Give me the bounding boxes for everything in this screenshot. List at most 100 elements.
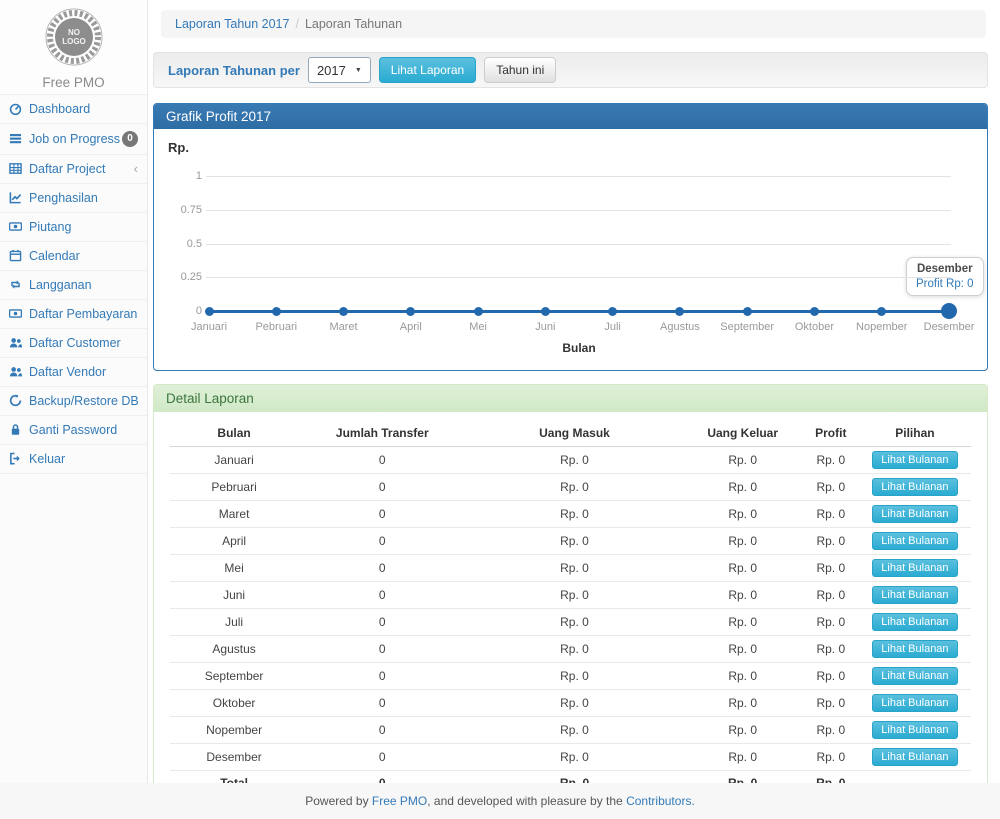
job-count-badge: 0 <box>122 131 138 147</box>
sidebar-item-ganti-password[interactable]: Ganti Password <box>0 416 147 445</box>
x-tick-label: Juni <box>510 321 580 333</box>
this-year-button[interactable]: Tahun ini <box>484 57 556 83</box>
table-icon <box>9 162 26 176</box>
lihat-bulanan-button[interactable]: Lihat Bulanan <box>872 559 957 577</box>
cell-uang-keluar: Rp. 0 <box>683 690 803 717</box>
lihat-bulanan-button[interactable]: Lihat Bulanan <box>872 586 957 604</box>
cell-jumlah-transfer: 0 <box>298 609 466 636</box>
chart-line-segment <box>882 310 949 313</box>
lihat-bulanan-button[interactable]: Lihat Bulanan <box>872 667 957 685</box>
sidebar-item-daftar-project[interactable]: Daftar Project‹ <box>0 155 147 184</box>
sidebar-item-daftar-customer[interactable]: Daftar Customer <box>0 329 147 358</box>
cell-jumlah-transfer: 0 <box>298 663 466 690</box>
sidebar-item-daftar-vendor[interactable]: Daftar Vendor <box>0 358 147 387</box>
year-select[interactable]: 2017 ▼ <box>308 57 371 83</box>
lock-icon <box>9 423 26 437</box>
chart-line-segment <box>545 310 612 313</box>
y-tick-label: 0.75 <box>160 204 202 216</box>
table-row: Maret0Rp. 0Rp. 0Rp. 0Lihat Bulanan <box>170 501 971 528</box>
sidebar: NO LOGO Free PMO DashboardJob on Progres… <box>0 0 148 819</box>
data-point-juni[interactable] <box>541 307 550 316</box>
brand-name: Free PMO <box>0 75 147 90</box>
cell-bulan: Maret <box>170 501 298 528</box>
lihat-bulanan-button[interactable]: Lihat Bulanan <box>872 748 957 766</box>
cell-profit: Rp. 0 <box>803 717 859 744</box>
cell-jumlah-transfer: 0 <box>298 447 466 474</box>
lihat-bulanan-button[interactable]: Lihat Bulanan <box>872 613 957 631</box>
cell-uang-masuk: Rp. 0 <box>466 555 682 582</box>
retweet-icon <box>9 278 26 292</box>
data-point-maret[interactable] <box>339 307 348 316</box>
cell-uang-masuk: Rp. 0 <box>466 663 682 690</box>
sidebar-item-penghasilan[interactable]: Penghasilan <box>0 184 147 213</box>
data-point-nopember[interactable] <box>877 307 886 316</box>
data-point-oktober[interactable] <box>810 307 819 316</box>
breadcrumb: Laporan Tahun 2017/Laporan Tahunan <box>161 10 986 38</box>
cell-uang-keluar: Rp. 0 <box>683 447 803 474</box>
sidebar-item-piutang[interactable]: Piutang <box>0 213 147 242</box>
cell-bulan: Oktober <box>170 690 298 717</box>
x-tick-label: Maret <box>309 321 379 333</box>
data-point-desember[interactable] <box>941 303 957 319</box>
cell-uang-keluar: Rp. 0 <box>683 717 803 744</box>
data-point-juli[interactable] <box>608 307 617 316</box>
data-point-januari[interactable] <box>205 307 214 316</box>
detail-report-panel: Detail Laporan BulanJumlah TransferUang … <box>153 384 988 808</box>
cell-uang-masuk: Rp. 0 <box>466 528 682 555</box>
year-select-value: 2017 <box>317 63 346 78</box>
cell-uang-keluar: Rp. 0 <box>683 528 803 555</box>
chart-line-segment <box>747 310 814 313</box>
footer-link-contributors[interactable]: Contributors. <box>626 794 695 808</box>
sidebar-item-calendar[interactable]: Calendar <box>0 242 147 271</box>
main-content: Laporan Tahun 2017/Laporan Tahunan Lapor… <box>148 0 1000 808</box>
gridline <box>206 210 951 211</box>
footer-link-freepmo[interactable]: Free PMO <box>372 794 427 808</box>
lihat-bulanan-button[interactable]: Lihat Bulanan <box>872 694 957 712</box>
footer: Powered by Free PMO, and developed with … <box>0 783 1000 819</box>
cell-jumlah-transfer: 0 <box>298 555 466 582</box>
sidebar-item-dashboard[interactable]: Dashboard <box>0 95 147 124</box>
data-point-pebruari[interactable] <box>272 307 281 316</box>
cell-uang-keluar: Rp. 0 <box>683 663 803 690</box>
cell-uang-masuk: Rp. 0 <box>466 582 682 609</box>
lihat-bulanan-button[interactable]: Lihat Bulanan <box>872 721 957 739</box>
cell-bulan: April <box>170 528 298 555</box>
data-point-april[interactable] <box>406 307 415 316</box>
cell-profit: Rp. 0 <box>803 582 859 609</box>
sidebar-item-keluar[interactable]: Keluar <box>0 445 147 474</box>
lihat-bulanan-button[interactable]: Lihat Bulanan <box>872 451 957 469</box>
lihat-bulanan-button[interactable]: Lihat Bulanan <box>872 505 957 523</box>
sidebar-item-label: Daftar Pembayaran <box>29 307 137 321</box>
cell-uang-masuk: Rp. 0 <box>466 474 682 501</box>
lihat-bulanan-button[interactable]: Lihat Bulanan <box>872 640 957 658</box>
data-point-agustus[interactable] <box>675 307 684 316</box>
cell-uang-keluar: Rp. 0 <box>683 555 803 582</box>
sidebar-item-label: Daftar Vendor <box>29 365 106 379</box>
money-icon <box>9 307 26 321</box>
chevron-down-icon: ▼ <box>355 67 362 74</box>
breadcrumb-link[interactable]: Laporan Tahun 2017 <box>175 17 289 31</box>
lihat-bulanan-button[interactable]: Lihat Bulanan <box>872 532 957 550</box>
sidebar-item-label: Langganan <box>29 278 92 292</box>
data-point-mei[interactable] <box>474 307 483 316</box>
data-point-september[interactable] <box>743 307 752 316</box>
sidebar-item-langganan[interactable]: Langganan <box>0 271 147 300</box>
sidebar-item-backup-restore-db[interactable]: Backup/Restore DB <box>0 387 147 416</box>
sidebar-item-job-on-progress[interactable]: Job on Progress0 <box>0 124 147 155</box>
x-tick-label: Oktober <box>779 321 849 333</box>
cell-pilihan: Lihat Bulanan <box>859 582 971 609</box>
cell-jumlah-transfer: 0 <box>298 528 466 555</box>
column-header-uang-masuk: Uang Masuk <box>466 420 682 447</box>
lihat-bulanan-button[interactable]: Lihat Bulanan <box>872 478 957 496</box>
chart-line-segment <box>344 310 411 313</box>
gridline <box>206 277 951 278</box>
tooltip-month: Desember <box>916 263 974 275</box>
cell-profit: Rp. 0 <box>803 555 859 582</box>
filter-label: Laporan Tahunan per <box>168 63 300 78</box>
sidebar-item-daftar-pembayaran[interactable]: Daftar Pembayaran <box>0 300 147 329</box>
cell-bulan: Pebruari <box>170 474 298 501</box>
view-report-button[interactable]: Lihat Laporan <box>379 57 476 83</box>
y-tick-label: 1 <box>160 170 202 182</box>
chart-panel-title: Grafik Profit 2017 <box>154 104 987 129</box>
cell-bulan: Agustus <box>170 636 298 663</box>
